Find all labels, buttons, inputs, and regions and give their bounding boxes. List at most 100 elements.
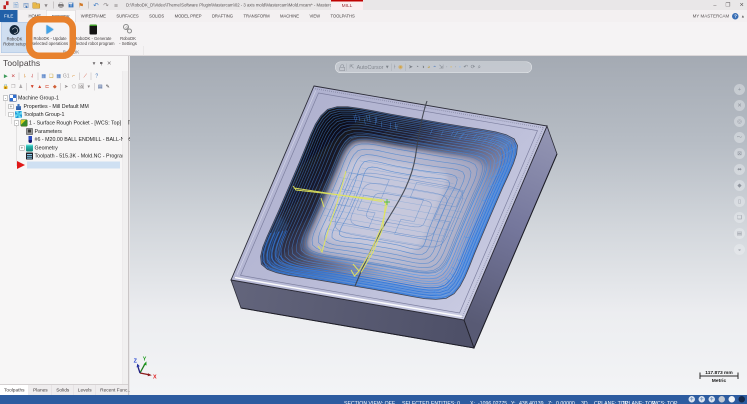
gnomon-tplane-icon[interactable]: ✛ xyxy=(699,396,706,403)
dropdown[interactable]: · xyxy=(446,65,448,71)
g1-post[interactable]: G1 xyxy=(63,72,71,81)
section[interactable]: ⊠ xyxy=(734,148,745,159)
zoom-icon[interactable]: ⌕ xyxy=(478,65,481,71)
graphics-viewport[interactable]: X Y Z ⇱ AutoCursor ▾ ⍿◉➤◔◑◕◓⇲·▪·▪↶⟳⌕ +✕◎… xyxy=(130,56,747,395)
tab-surfaces[interactable]: SURFACES xyxy=(111,10,144,22)
sep[interactable] xyxy=(79,73,80,81)
tab-wireframe[interactable]: WIREFRAME xyxy=(76,10,112,22)
select-all-operations[interactable]: ▶ xyxy=(2,72,10,81)
toolpath-track[interactable]: ⌐ xyxy=(70,72,78,81)
tree-item[interactable]: + Geometry xyxy=(0,144,128,152)
tab-levels[interactable]: Levels xyxy=(74,385,96,395)
display-options[interactable]: 🖼 xyxy=(78,82,86,91)
ghost[interactable]: ❐ xyxy=(10,82,18,91)
tab-transform[interactable]: TRANSFORM xyxy=(238,10,275,22)
tab-model-prep[interactable]: MODEL PREP xyxy=(169,10,206,22)
panel-scrollbar[interactable] xyxy=(123,71,129,384)
regen-dirty[interactable]: ⇃ xyxy=(29,72,37,81)
dropdown[interactable]: ▾ xyxy=(85,82,93,91)
circle1-icon[interactable]: ◔ xyxy=(416,65,419,71)
cursor-x-icon[interactable]: ⇲ xyxy=(439,65,444,71)
sep[interactable] xyxy=(53,2,54,9)
tab-drafting[interactable]: DRAFTING xyxy=(207,10,239,22)
snap-settings-icon[interactable]: ◉ xyxy=(398,65,403,71)
display[interactable]: ♟ xyxy=(17,82,25,91)
select-poly[interactable]: ⬠ xyxy=(70,82,78,91)
regen-selected[interactable]: ⇂ xyxy=(21,72,29,81)
minimize[interactable]: – xyxy=(713,2,716,8)
tab-solids[interactable]: SOLIDS xyxy=(144,10,170,22)
move-down[interactable]: ▼ xyxy=(29,82,37,91)
tree-item[interactable]: - Toolpath Group-1 xyxy=(0,111,128,119)
save-as[interactable]: 🖬 xyxy=(67,1,75,9)
redo-arrow-icon[interactable]: ⟳ xyxy=(471,65,476,71)
tree-item[interactable]: - Machine Group-1 xyxy=(0,94,128,102)
gnomon-cplane-icon[interactable]: ✛ xyxy=(689,396,696,403)
unselect-all-operations[interactable]: ✕ xyxy=(10,72,18,81)
lock-icon[interactable] xyxy=(340,65,345,71)
sep[interactable] xyxy=(38,73,39,81)
backplot[interactable]: ▦ xyxy=(40,72,48,81)
tree-item[interactable]: - 1 - Surface Rough Pocket - [WCS: Top] … xyxy=(0,119,128,127)
ribbon-button-robot-setup[interactable]: RoboDKRobot setup xyxy=(1,22,28,53)
collapse-ribbon-icon[interactable]: ▴ xyxy=(742,13,744,19)
ribbon-button-settings[interactable]: RoboDK- Settings xyxy=(114,22,142,53)
cursor-n-icon[interactable]: ⇱ xyxy=(350,65,355,71)
insert-arrow[interactable]: ⊏ xyxy=(44,82,52,91)
close-icon[interactable]: ✕ xyxy=(107,61,112,67)
sep[interactable] xyxy=(94,83,95,91)
shade[interactable]: ◆ xyxy=(734,180,745,191)
close[interactable]: ✕ xyxy=(739,2,744,8)
edit-red[interactable]: ⟋ xyxy=(82,72,90,81)
sep[interactable] xyxy=(26,83,27,91)
dropdown[interactable]: ▾ xyxy=(42,1,50,9)
tab-toolpaths[interactable]: Toolpaths xyxy=(0,385,29,395)
new-file[interactable]: 🗎 xyxy=(12,1,20,9)
ribbon-button-generate-program[interactable]: RoboDK - Generateselected robot program xyxy=(72,22,114,53)
dropdown[interactable]: · xyxy=(455,65,457,71)
fit-h[interactable]: ⬌ xyxy=(734,164,745,175)
flag[interactable]: ⚑ xyxy=(77,1,85,9)
save[interactable]: 🖫 xyxy=(22,1,30,9)
tab-planes[interactable]: Planes xyxy=(29,385,52,395)
sphere-light-icon[interactable] xyxy=(719,396,726,403)
tree-item[interactable]: Toolpath - 515.3K - Mold.NC - Program xyxy=(0,152,128,160)
tab-file[interactable]: FILE xyxy=(0,10,17,22)
restore[interactable]: ❐ xyxy=(725,2,730,8)
more[interactable]: ≡ xyxy=(112,1,120,9)
simulate[interactable]: ▦ xyxy=(55,72,63,81)
sphere[interactable]: ◒ xyxy=(734,244,745,255)
cut-plane[interactable]: ✕ xyxy=(734,100,745,111)
gnomon-wcs-icon[interactable]: ✛ xyxy=(709,396,716,403)
cursor-icon[interactable]: ➤ xyxy=(408,65,413,71)
autocursor-label[interactable]: AutoCursor xyxy=(357,64,384,70)
tab-view[interactable]: VIEW xyxy=(304,10,325,22)
help-icon[interactable]: ? xyxy=(732,13,739,20)
sep[interactable] xyxy=(60,83,61,91)
circle-center[interactable]: ◎ xyxy=(734,116,745,127)
sep[interactable] xyxy=(19,73,20,81)
undo[interactable]: ↶ xyxy=(92,1,100,9)
tab-toolpaths[interactable]: TOOLPATHS xyxy=(325,10,360,22)
pin-icon[interactable] xyxy=(99,62,103,66)
zoom-in[interactable]: + xyxy=(734,84,745,95)
open-folder[interactable] xyxy=(32,1,40,9)
help[interactable]: ? xyxy=(93,72,101,81)
tab-home[interactable]: HOME xyxy=(23,10,46,22)
sep[interactable] xyxy=(88,2,89,9)
sep[interactable] xyxy=(91,73,92,81)
tree-item[interactable]: + Properties - Mill Default MM xyxy=(0,102,128,110)
tab-solids[interactable]: Solids xyxy=(52,385,74,395)
sep[interactable] xyxy=(405,64,406,72)
tab-machine[interactable]: MACHINE xyxy=(275,10,304,22)
sphere-dark-icon[interactable] xyxy=(739,396,746,403)
chevron-down-icon[interactable]: ▾ xyxy=(93,61,96,67)
circle2-icon[interactable]: ◑ xyxy=(421,65,424,71)
spline[interactable]: 〜 xyxy=(734,132,745,143)
layers[interactable]: ❏ xyxy=(734,212,745,223)
print[interactable]: 🖶 xyxy=(57,1,65,9)
ruler-icon[interactable]: ⍿ xyxy=(394,65,395,71)
redo[interactable]: ↷ xyxy=(102,1,110,9)
edit-globe[interactable]: ✎ xyxy=(104,82,112,91)
chevron-down-icon[interactable]: ▾ xyxy=(386,65,389,71)
